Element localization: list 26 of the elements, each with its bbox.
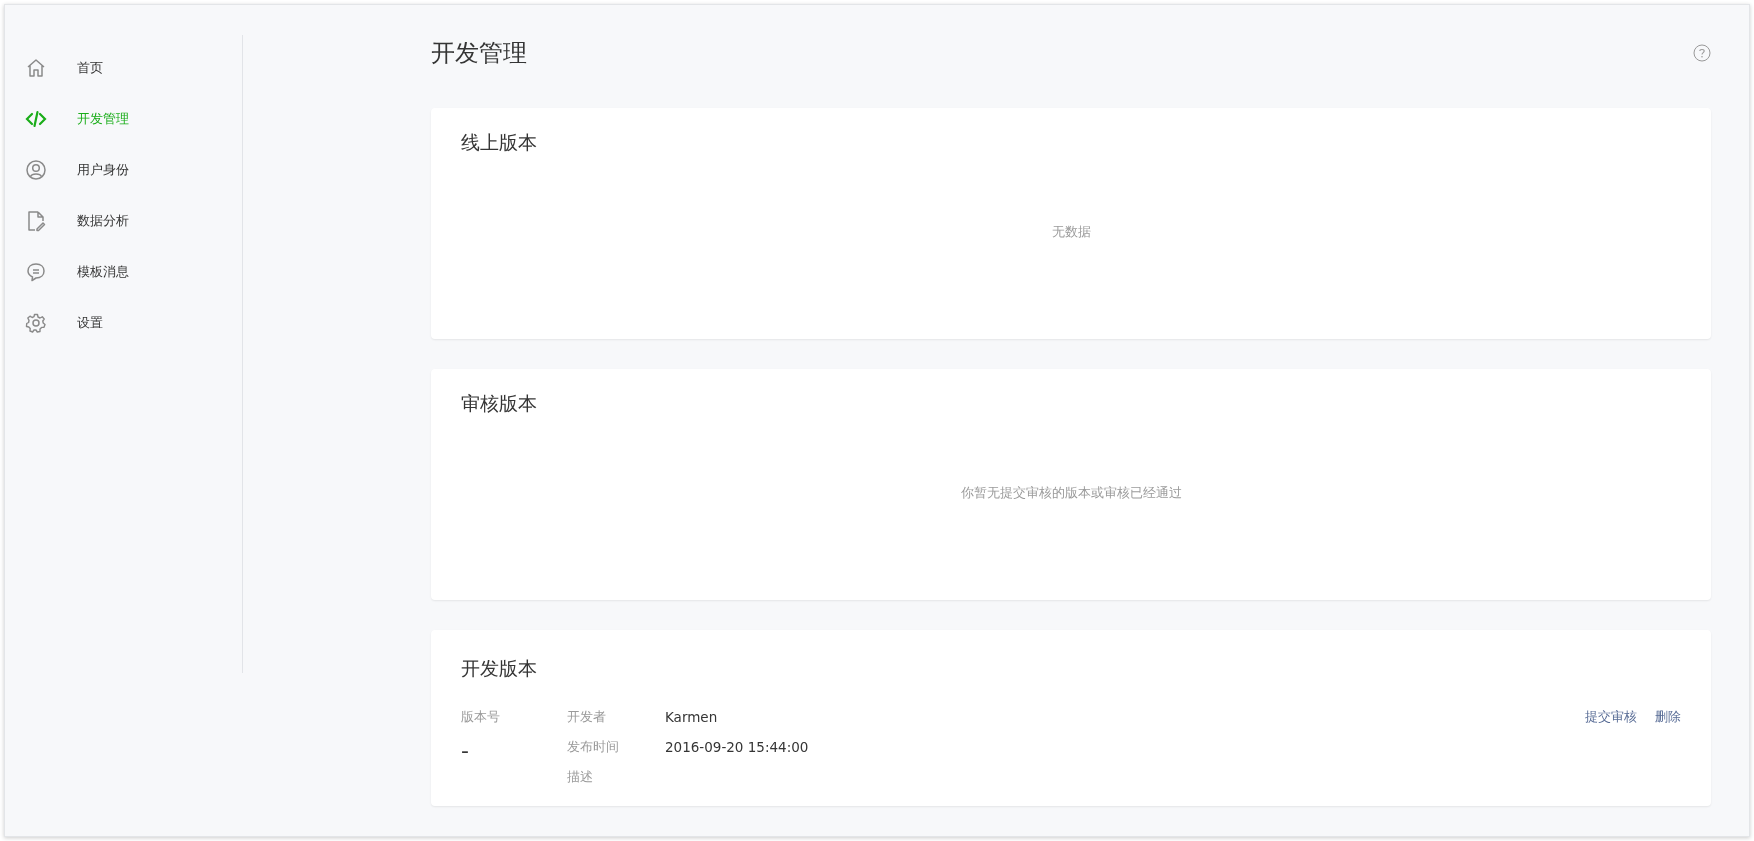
page-title: 开发管理	[431, 37, 527, 69]
card-title: 线上版本	[461, 130, 537, 156]
field-value: Karmen	[665, 709, 719, 725]
help-icon[interactable]	[1693, 43, 1711, 62]
chat-icon	[25, 260, 47, 283]
card-title: 审核版本	[461, 391, 537, 417]
empty-message: 无数据	[1051, 222, 1091, 241]
sidebar-item[interactable]: 设置	[5, 297, 242, 348]
field-value: 2016-09-20 15:44:00	[665, 739, 810, 755]
sidebar-item[interactable]: 数据分析	[5, 195, 242, 246]
action-link[interactable]: 删除	[1655, 702, 1681, 732]
sidebar-item[interactable]: 首页	[5, 42, 242, 93]
action-link[interactable]: 提交审核	[1585, 702, 1637, 732]
sidebar-item[interactable]: 用户身份	[5, 144, 242, 195]
gear-icon	[25, 311, 47, 334]
field-label: 描述	[567, 768, 594, 786]
document-icon	[25, 209, 47, 232]
field-label: 发布时间	[567, 738, 620, 756]
version-number: -	[461, 738, 470, 763]
home-icon	[25, 56, 47, 79]
field-label: 版本号	[461, 708, 501, 726]
user-icon	[25, 158, 47, 181]
card-title: 开发版本	[461, 657, 537, 679]
empty-message: 你暂无提交审核的版本或审核已经通过	[960, 483, 1182, 502]
field-label: 开发者	[567, 708, 607, 726]
sidebar-item[interactable]: 模板消息	[5, 246, 242, 297]
